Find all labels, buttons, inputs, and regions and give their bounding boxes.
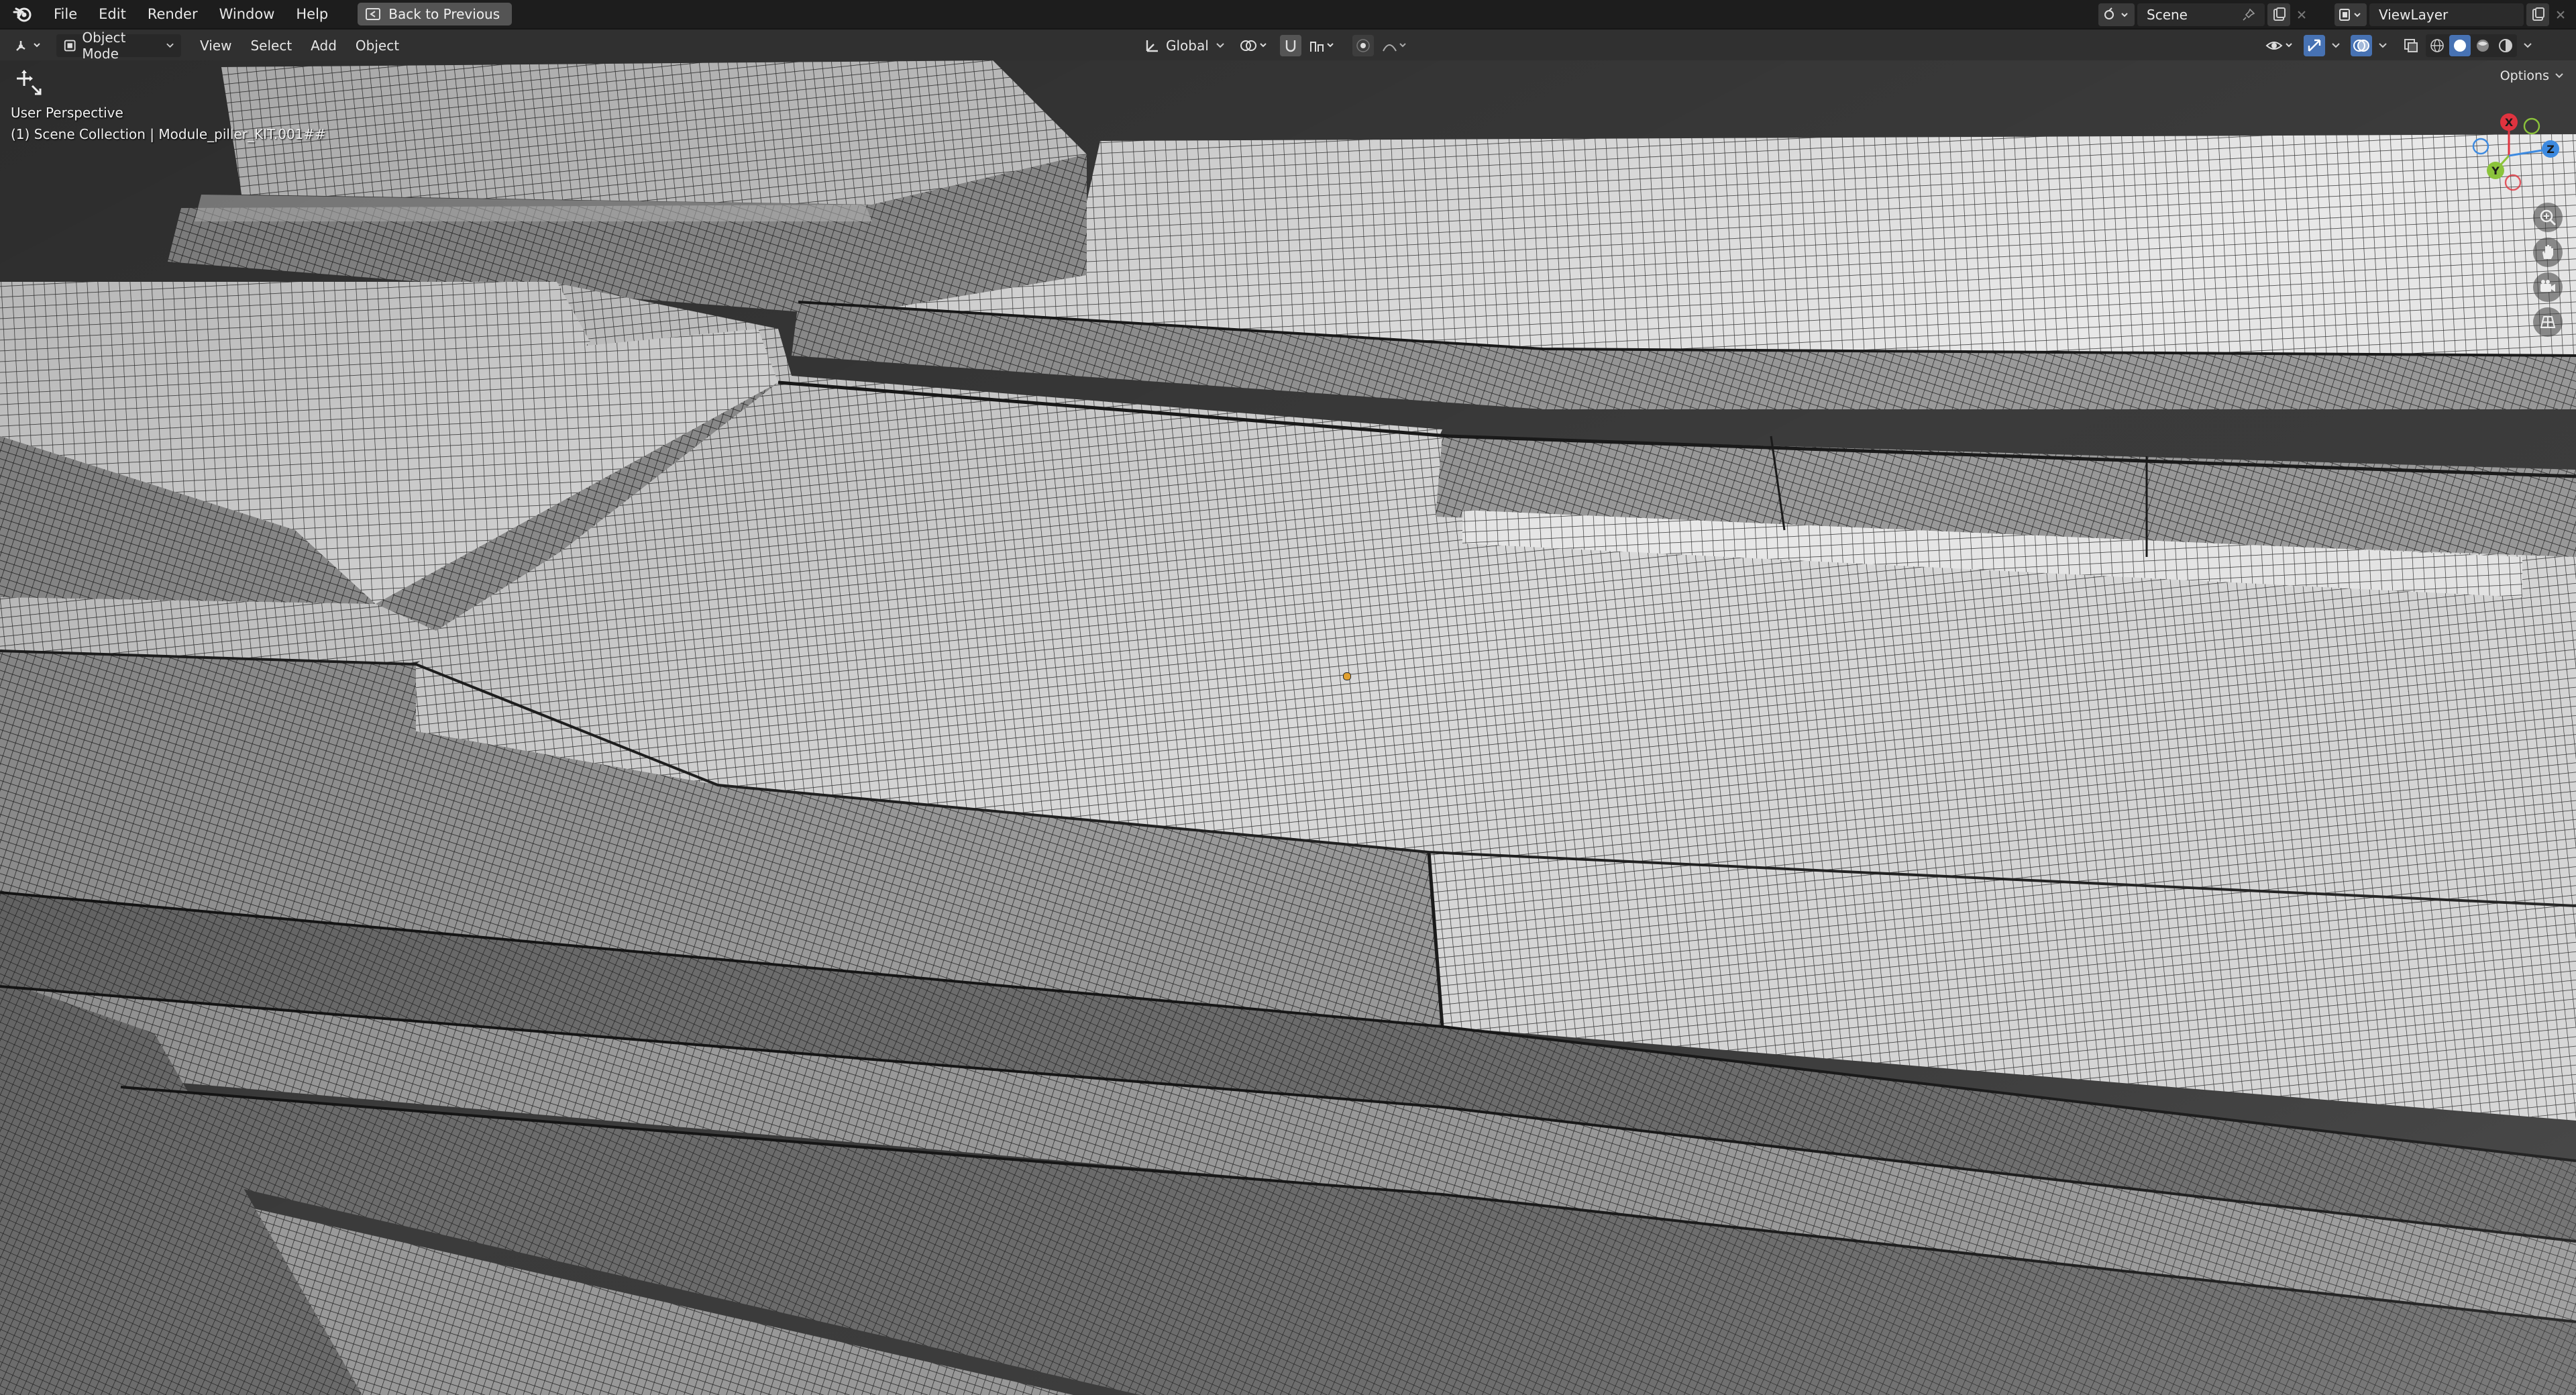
options-label: Options [2500, 68, 2549, 83]
wireframe-shading-icon[interactable] [2426, 35, 2448, 56]
chevron-down-icon [2555, 73, 2563, 79]
snap-target-icon[interactable] [1307, 35, 1340, 56]
gizmo-x-label: X [2505, 116, 2514, 129]
new-view-layer-icon[interactable] [2526, 3, 2549, 26]
xray-toggle-icon[interactable] [2400, 35, 2422, 56]
rendered-shading-icon[interactable] [2495, 35, 2516, 56]
chevron-down-icon [1216, 43, 1224, 48]
scene-name: Scene [2147, 7, 2188, 23]
scene-selector: Scene [2098, 3, 2313, 26]
object-mode-dropdown[interactable]: Object Mode [56, 30, 181, 62]
pivot-point-icon[interactable] [1237, 35, 1275, 56]
viewport-shading-group [2426, 34, 2517, 57]
menu-add[interactable]: Add [301, 31, 346, 60]
viewport-collection-label: (1) Scene Collection | Module_piller_KIT… [11, 126, 326, 142]
object-mode-icon [64, 40, 76, 52]
transform-tool-icon[interactable] [15, 68, 44, 101]
proportional-falloff-icon[interactable] [1379, 35, 1413, 56]
menu-help[interactable]: Help [285, 0, 339, 29]
scene-icon[interactable] [2098, 3, 2135, 26]
menu-edit[interactable]: Edit [88, 0, 137, 29]
gizmo-z-label: Z [2546, 143, 2555, 156]
mesh-wireframe-render [0, 60, 2576, 1395]
zoom-icon[interactable] [2533, 203, 2563, 232]
view-layer-field[interactable]: ViewLayer [2369, 3, 2524, 26]
menu-window[interactable]: Window [209, 0, 286, 29]
3d-viewport[interactable]: User Perspective (1) Scene Collection | … [0, 60, 2576, 1395]
header-center-controls: Global [1138, 34, 1413, 57]
overlays-icon[interactable] [2351, 35, 2372, 56]
scene-name-field[interactable]: Scene [2137, 3, 2265, 26]
solid-shading-icon[interactable] [2449, 35, 2471, 56]
overlays-dropdown-icon[interactable] [2376, 35, 2390, 56]
snap-icon[interactable] [1280, 35, 1301, 56]
editor-type-icon[interactable] [12, 35, 50, 56]
object-visibility-icon[interactable] [2263, 35, 2300, 56]
chevron-down-icon [166, 43, 174, 48]
gizmo-dropdown-icon[interactable] [2329, 35, 2343, 56]
pan-hand-icon[interactable] [2533, 238, 2563, 267]
menu-file[interactable]: File [43, 0, 88, 29]
view-layer-selector: ViewLayer [2334, 3, 2572, 26]
material-preview-shading-icon[interactable] [2472, 35, 2493, 56]
options-dropdown[interactable]: Options [2500, 68, 2564, 83]
header-right-controls [2263, 34, 2534, 57]
viewport-shading-icon[interactable] [2521, 35, 2534, 56]
transform-orientation-icon [1146, 40, 1158, 52]
viewport-perspective-label: User Perspective [11, 105, 123, 121]
close-icon[interactable] [2290, 3, 2313, 26]
transform-orientation-label: Global [1166, 38, 1209, 54]
menu-view[interactable]: View [191, 31, 241, 60]
back-to-previous-button[interactable]: Back to Previous [358, 3, 513, 25]
menu-select[interactable]: Select [241, 31, 301, 60]
gizmo-toggle-icon[interactable] [2304, 35, 2325, 56]
proportional-editing-icon[interactable] [1352, 35, 1374, 56]
menu-render[interactable]: Render [137, 0, 209, 29]
object-mode-label: Object Mode [82, 30, 126, 62]
camera-view-icon[interactable] [2533, 272, 2563, 302]
navigation-gizmo[interactable]: X Y Z [2470, 109, 2571, 196]
menu-object[interactable]: Object [346, 31, 409, 60]
transform-orientation-dropdown[interactable]: Global [1138, 34, 1232, 57]
blender-logo-icon[interactable] [3, 0, 43, 29]
perspective-toggle-icon[interactable] [2533, 307, 2563, 337]
top-bar: File Edit Render Window Help Back to Pre… [0, 0, 2576, 30]
back-button-label: Back to Previous [388, 6, 500, 22]
new-scene-icon[interactable] [2267, 3, 2290, 26]
object-origin[interactable] [1343, 672, 1351, 680]
gizmo-y-label: Y [2491, 164, 2500, 177]
close-view-layer-icon[interactable] [2549, 3, 2572, 26]
viewport-header: Object Mode View Select Add Object Globa… [0, 30, 2576, 62]
view-layer-name: ViewLayer [2379, 7, 2449, 23]
view-layer-icon[interactable] [2334, 3, 2367, 26]
back-to-previous-icon [366, 8, 381, 20]
pin-icon[interactable] [2242, 8, 2255, 21]
